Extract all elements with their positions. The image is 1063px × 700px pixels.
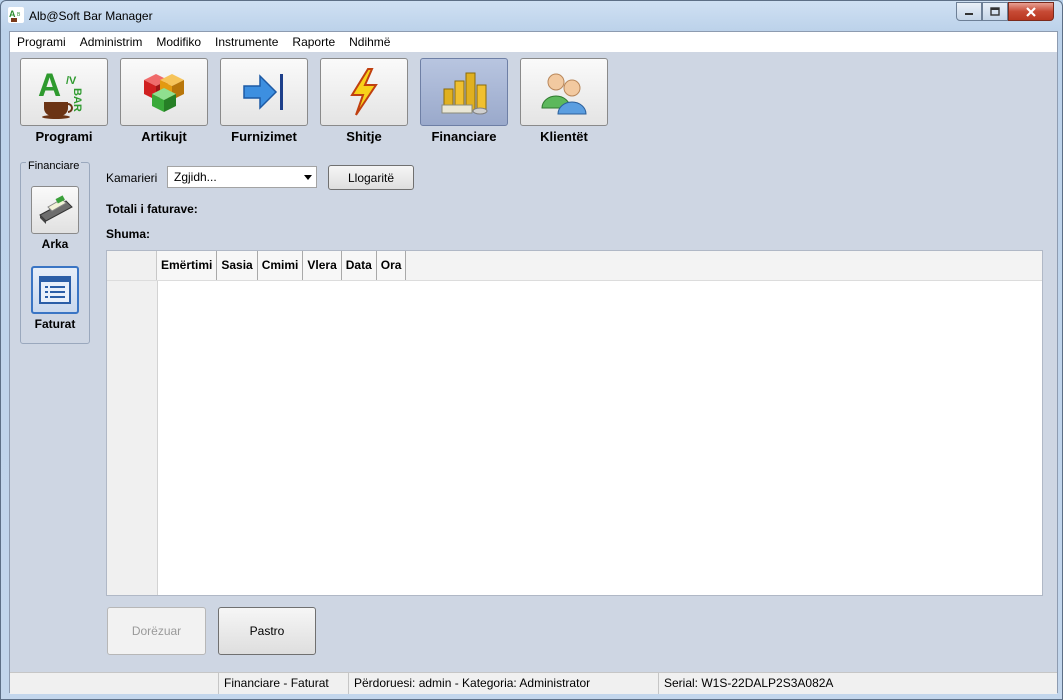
close-button[interactable]	[1008, 2, 1054, 21]
sub-item-faturat-tile[interactable]	[31, 266, 79, 314]
albasoft-logo-icon: A /V BAR	[38, 67, 83, 119]
chevron-down-icon	[304, 175, 312, 180]
module-furnizimet[interactable]: Furnizimet	[220, 58, 308, 144]
module-furnizimet-label: Furnizimet	[231, 129, 297, 144]
module-financiare-tile[interactable]	[420, 58, 508, 126]
column-data[interactable]: Data	[341, 251, 377, 280]
grid-row-header	[107, 251, 158, 595]
lightning-icon	[350, 68, 378, 116]
app-window: A B Alb@Soft Bar Manager Programi Admini…	[0, 0, 1063, 700]
status-bar: Financiare - Faturat Përdoruesi: admin -…	[10, 672, 1057, 694]
grid-header-row: Emërtimi Sasia Cmimi Vlera Data Ora	[107, 251, 1042, 281]
maximize-button[interactable]	[982, 2, 1008, 21]
svg-text:A: A	[38, 67, 61, 103]
accounts-button[interactable]: Llogaritë	[328, 165, 414, 190]
module-programi-tile[interactable]: A /V BAR	[20, 58, 108, 126]
main-client-area: Programi Administrim Modifiko Instrument…	[9, 31, 1058, 694]
status-location: Financiare - Faturat	[219, 673, 349, 694]
users-icon	[541, 73, 587, 115]
module-shitje-label: Shitje	[346, 129, 382, 144]
module-shitje-tile[interactable]	[320, 58, 408, 126]
clear-button[interactable]: Pastro	[218, 607, 316, 655]
module-programi-label: Programi	[35, 129, 93, 144]
menu-instrumente[interactable]: Instrumente	[208, 32, 285, 52]
cash-register-icon	[39, 195, 73, 224]
maximize-icon	[990, 7, 1000, 16]
boxes-icon	[144, 74, 184, 112]
sub-item-arka-tile[interactable]	[31, 186, 79, 234]
sub-item-faturat[interactable]: Faturat	[30, 266, 80, 331]
invoice-list-icon	[39, 276, 71, 304]
module-artikujt-label: Artikujt	[141, 129, 187, 144]
status-serial: Serial: W1S-22DALP2S3A082A	[664, 676, 834, 690]
module-shitje[interactable]: Shitje	[320, 58, 408, 144]
menu-administrim[interactable]: Administrim	[73, 32, 150, 52]
delivered-button[interactable]: Dorëzuar	[107, 607, 206, 655]
menu-bar: Programi Administrim Modifiko Instrument…	[10, 32, 1057, 52]
sub-item-faturat-label: Faturat	[34, 317, 76, 331]
module-furnizimet-tile[interactable]	[220, 58, 308, 126]
menu-ndihme[interactable]: Ndihmë	[342, 32, 397, 52]
status-empty	[10, 673, 219, 694]
total-invoices-label: Totali i faturave:	[106, 202, 198, 216]
sub-item-arka-label: Arka	[41, 237, 69, 251]
module-artikujt[interactable]: Artikujt	[120, 58, 208, 144]
svg-text:/V: /V	[66, 75, 77, 87]
module-financiare-label: Financiare	[431, 129, 497, 144]
module-klientet-tile[interactable]	[520, 58, 608, 126]
waiter-select[interactable]: Zgjidh...	[167, 166, 317, 188]
grid-corner[interactable]	[107, 251, 157, 280]
module-klientet[interactable]: Klientët	[520, 58, 608, 144]
module-artikujt-tile[interactable]	[120, 58, 208, 126]
module-financiare[interactable]: Financiare	[420, 58, 508, 144]
title-bar[interactable]: A B Alb@Soft Bar Manager	[1, 1, 1062, 31]
svg-text:A: A	[9, 9, 16, 19]
menu-raporte[interactable]: Raporte	[285, 32, 342, 52]
module-klientet-label: Klientët	[540, 129, 588, 144]
invoices-grid[interactable]: Emërtimi Sasia Cmimi Vlera Data Ora	[106, 250, 1043, 596]
minimize-icon	[965, 12, 973, 15]
sum-label: Shuma:	[106, 227, 151, 241]
waiter-select-value: Zgjidh...	[174, 170, 217, 184]
column-vlera[interactable]: Vlera	[303, 251, 342, 280]
menu-programi[interactable]: Programi	[10, 32, 73, 52]
column-sasia[interactable]: Sasia	[217, 251, 258, 280]
import-arrow-icon	[243, 74, 283, 110]
waiter-label: Kamarieri	[106, 171, 158, 185]
app-logo-icon: A B	[8, 7, 24, 23]
module-programi[interactable]: A /V BAR Programi	[20, 58, 108, 144]
column-ora[interactable]: Ora	[376, 251, 407, 280]
column-emertimi[interactable]: Emërtimi	[157, 251, 218, 280]
groupbox-title: Financiare	[26, 160, 82, 172]
sub-item-arka[interactable]: Arka	[30, 186, 80, 251]
close-icon	[1026, 6, 1036, 17]
minimize-button[interactable]	[956, 2, 982, 21]
status-user: Përdoruesi: admin - Kategoria: Administr…	[349, 673, 659, 694]
window-title: Alb@Soft Bar Manager	[29, 9, 153, 23]
menu-modifiko[interactable]: Modifiko	[149, 32, 208, 52]
coins-icon	[441, 72, 488, 115]
column-cmimi[interactable]: Cmimi	[257, 251, 304, 280]
